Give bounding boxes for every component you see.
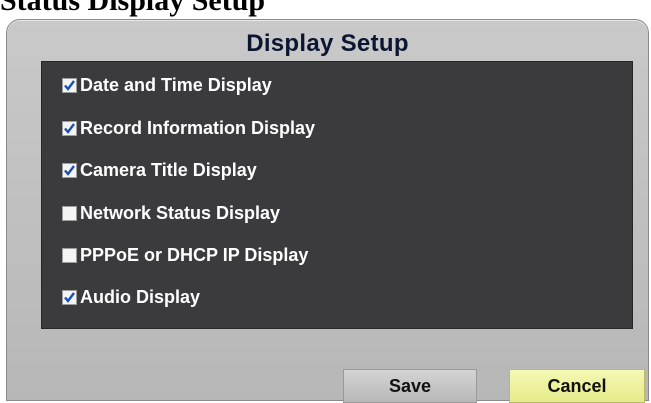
option-audio-display[interactable]: Audio Display [62, 284, 200, 310]
option-label: Date and Time Display [80, 74, 272, 95]
dialog-title: Display Setup [246, 30, 409, 57]
option-label: Network Status Display [80, 202, 281, 223]
checkbox[interactable] [62, 289, 77, 305]
check-mark-icon [64, 79, 75, 91]
check-mark-icon [64, 122, 75, 134]
option-record-information-display[interactable]: Record Information Display [62, 115, 315, 141]
option-pppoe-dhcp-ip-display[interactable]: PPPoE or DHCP IP Display [62, 242, 308, 268]
checkbox[interactable] [62, 247, 77, 263]
cancel-button[interactable]: Cancel [509, 369, 645, 403]
save-button[interactable]: Save [343, 369, 477, 403]
option-label: Camera Title Display [80, 159, 257, 180]
check-mark-icon [64, 291, 75, 303]
checkbox[interactable] [62, 205, 77, 221]
checkbox[interactable] [62, 77, 77, 93]
options-panel: Date and Time Display Record Information… [41, 61, 633, 329]
display-setup-dialog: Display Setup Date and Time Display Reco… [6, 19, 649, 403]
option-label: Record Information Display [80, 117, 316, 138]
checkbox[interactable] [62, 120, 77, 136]
option-camera-title-display[interactable]: Camera Title Display [62, 157, 257, 183]
checkbox[interactable] [62, 162, 77, 178]
option-label: PPPoE or DHCP IP Display [80, 244, 309, 265]
check-mark-icon [64, 164, 75, 176]
option-label: Audio Display [80, 286, 201, 307]
option-date-time-display[interactable]: Date and Time Display [62, 72, 272, 98]
page-heading: Status Display Setup [0, 0, 266, 17]
option-network-status-display[interactable]: Network Status Display [62, 200, 280, 226]
